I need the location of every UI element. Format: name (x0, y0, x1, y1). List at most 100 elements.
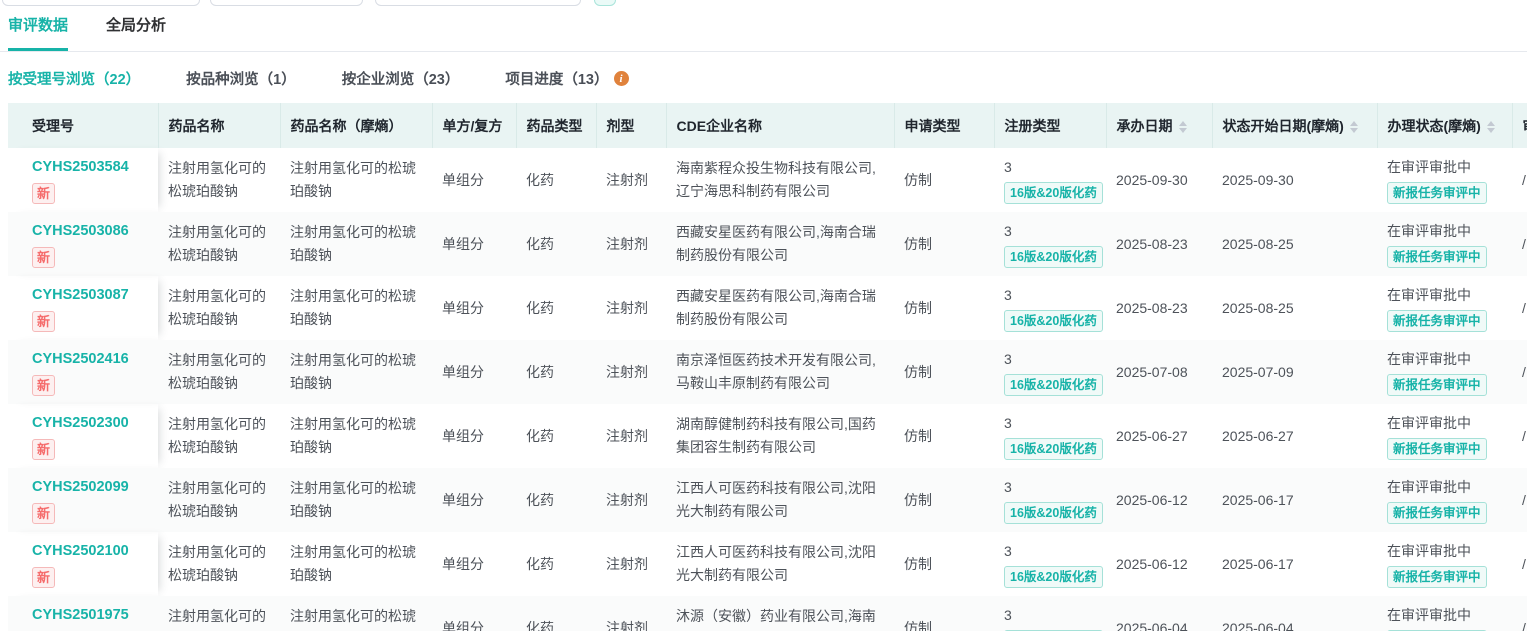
dosage-form-cell: 注射剂 (596, 532, 666, 596)
col-drug-name-moxi: 药品名称（摩熵） (280, 103, 432, 148)
drug-name-cell: 注射用氢化可的松琥珀酸钠 (158, 212, 280, 276)
sort-icon[interactable] (1350, 121, 1358, 133)
search-button[interactable] (594, 0, 616, 6)
new-badge: 新 (32, 183, 55, 204)
drug-name-cell: 注射用氢化可的松琥珀酸钠 (158, 596, 280, 631)
sort-icon[interactable] (1179, 121, 1187, 133)
acceptance-number-cell: CYHS2502300 新 (8, 404, 158, 468)
col-handle-status: 办理状态(摩熵) (1377, 103, 1512, 148)
table-row: CYHS2502100 新 注射用氢化可的松琥珀酸钠 注射用氢化可的松琥珀酸钠 … (8, 532, 1527, 596)
filter-input-3[interactable] (375, 0, 581, 6)
company-cell: 南京泽恒医药技术开发有限公司,马鞍山丰原制药有限公司 (666, 340, 894, 404)
handle-status-cell: 在审评审批中 新报任务审评中 (1377, 404, 1512, 468)
registration-type-badge: 16版&20版化药 (1004, 502, 1103, 524)
subtab-by-acceptance-number[interactable]: 按受理号浏览（22） (8, 68, 140, 89)
registration-type-cell: 3 16版&20版化药 (994, 276, 1106, 340)
handle-status-cell: 在审评审批中 新报任务审评中 (1377, 596, 1512, 631)
handle-status-text: 在审评审批中 (1387, 604, 1502, 627)
table-row: CYHS2503086 新 注射用氢化可的松琥珀酸钠 注射用氢化可的松琥珀酸钠 … (8, 212, 1527, 276)
drug-name-moxi-cell: 注射用氢化可的松琥珀酸钠 (280, 212, 432, 276)
extra-cell: / (1512, 468, 1527, 532)
acceptance-number-link[interactable]: CYHS2503584 (32, 156, 148, 178)
company-cell: 江西人可医药科技有限公司,沈阳光大制药有限公司 (666, 468, 894, 532)
dosage-form-cell: 注射剂 (596, 212, 666, 276)
filter-input-2[interactable] (210, 0, 363, 6)
dosage-form-cell: 注射剂 (596, 596, 666, 631)
dosage-form-cell: 注射剂 (596, 340, 666, 404)
status-start-date-cell: 2025-09-30 (1212, 148, 1377, 212)
acceptance-number-link[interactable]: CYHS2502099 (32, 476, 148, 498)
table-header-row: 受理号 药品名称 药品名称（摩熵） 单方/复方 药品类型 剂型 CDE企业名称 … (8, 103, 1527, 148)
dosage-form-cell: 注射剂 (596, 468, 666, 532)
registration-type-cell: 3 16版&20版化药 (994, 148, 1106, 212)
registration-type-badge: 16版&20版化药 (1004, 374, 1103, 396)
new-badge: 新 (32, 439, 55, 460)
info-icon[interactable]: i (614, 71, 629, 86)
col-drug-name: 药品名称 (158, 103, 280, 148)
company-cell: 沐源（安徽）药业有限公司,海南合瑞制药股份有限公司 (666, 596, 894, 631)
handle-status-cell: 在审评审批中 新报任务审评中 (1377, 276, 1512, 340)
acceptance-number-link[interactable]: CYHS2502416 (32, 348, 148, 370)
drug-type-cell: 化药 (516, 212, 596, 276)
composition-cell: 单组分 (432, 532, 516, 596)
handle-status-badge: 新报任务审评中 (1387, 182, 1487, 204)
registration-type-value: 3 (1004, 412, 1096, 435)
accept-date-cell: 2025-07-08 (1106, 340, 1212, 404)
review-table-wrap: 受理号 药品名称 药品名称（摩熵） 单方/复方 药品类型 剂型 CDE企业名称 … (8, 103, 1527, 631)
application-type-cell: 仿制 (894, 276, 994, 340)
tab-global-analysis[interactable]: 全局分析 (106, 14, 166, 51)
new-badge: 新 (32, 375, 55, 396)
registration-type-badge: 16版&20版化药 (1004, 310, 1103, 332)
acceptance-number-link[interactable]: CYHS2503087 (32, 284, 148, 306)
subtab-project-progress[interactable]: 项目进度（13） i (505, 68, 628, 89)
col-status-start-date: 状态开始日期(摩熵) (1212, 103, 1377, 148)
drug-type-cell: 化药 (516, 596, 596, 631)
col-dosage-form: 剂型 (596, 103, 666, 148)
acceptance-number-cell: CYHS2502099 新 (8, 468, 158, 532)
application-type-cell: 仿制 (894, 212, 994, 276)
subtab-by-enterprise[interactable]: 按企业浏览（23） (342, 68, 460, 89)
dosage-form-cell: 注射剂 (596, 148, 666, 212)
acceptance-number-link[interactable]: CYHS2501975 (32, 604, 148, 626)
accept-date-cell: 2025-09-30 (1106, 148, 1212, 212)
handle-status-badge: 新报任务审评中 (1387, 246, 1487, 268)
company-cell: 西藏安星医药有限公司,海南合瑞制药股份有限公司 (666, 212, 894, 276)
registration-type-value: 3 (1004, 604, 1096, 627)
tab-review-data[interactable]: 审评数据 (8, 14, 68, 51)
drug-name-cell: 注射用氢化可的松琥珀酸钠 (158, 148, 280, 212)
handle-status-cell: 在审评审批中 新报任务审评中 (1377, 340, 1512, 404)
acceptance-number-cell: CYHS2503584 新 (8, 148, 158, 212)
col-handle-status-label: 办理状态(摩熵) (1388, 118, 1481, 134)
col-acceptance-number: 受理号 (8, 103, 158, 148)
drug-name-moxi-cell: 注射用氢化可的松琥珀酸钠 (280, 468, 432, 532)
drug-name-cell: 注射用氢化可的松琥珀酸钠 (158, 404, 280, 468)
subtab-by-variety[interactable]: 按品种浏览（1） (186, 68, 296, 89)
company-cell: 西藏安星医药有限公司,海南合瑞制药股份有限公司 (666, 276, 894, 340)
acceptance-number-link[interactable]: CYHS2503086 (32, 220, 148, 242)
drug-name-cell: 注射用氢化可的松琥珀酸钠 (158, 468, 280, 532)
table-body: CYHS2503584 新 注射用氢化可的松琥珀酸钠 注射用氢化可的松琥珀酸钠 … (8, 148, 1527, 631)
table-row: CYHS2501975 新 注射用氢化可的松琥珀酸钠 注射用氢化可的松琥珀酸钠 … (8, 596, 1527, 631)
filter-input-1[interactable] (2, 0, 200, 6)
handle-status-text: 在审评审批中 (1387, 476, 1502, 499)
col-registration-type: 注册类型 (994, 103, 1106, 148)
acceptance-number-link[interactable]: CYHS2502100 (32, 540, 148, 562)
accept-date-cell: 2025-06-27 (1106, 404, 1212, 468)
col-composition: 单方/复方 (432, 103, 516, 148)
handle-status-badge: 新报任务审评中 (1387, 310, 1487, 332)
col-drug-type: 药品类型 (516, 103, 596, 148)
table-row: CYHS2502300 新 注射用氢化可的松琥珀酸钠 注射用氢化可的松琥珀酸钠 … (8, 404, 1527, 468)
acceptance-number-cell: CYHS2502416 新 (8, 340, 158, 404)
drug-name-cell: 注射用氢化可的松琥珀酸钠 (158, 532, 280, 596)
status-start-date-cell: 2025-06-27 (1212, 404, 1377, 468)
acceptance-number-link[interactable]: CYHS2502300 (32, 412, 148, 434)
drug-name-cell: 注射用氢化可的松琥珀酸钠 (158, 340, 280, 404)
subtab-project-progress-label: 项目进度（13） (505, 68, 608, 89)
new-badge: 新 (32, 311, 55, 332)
composition-cell: 单组分 (432, 340, 516, 404)
filter-bar (0, 0, 1527, 8)
drug-name-moxi-cell: 注射用氢化可的松琥珀酸钠 (280, 404, 432, 468)
status-start-date-cell: 2025-06-17 (1212, 532, 1377, 596)
registration-type-badge: 16版&20版化药 (1004, 438, 1103, 460)
sort-icon[interactable] (1487, 121, 1495, 133)
